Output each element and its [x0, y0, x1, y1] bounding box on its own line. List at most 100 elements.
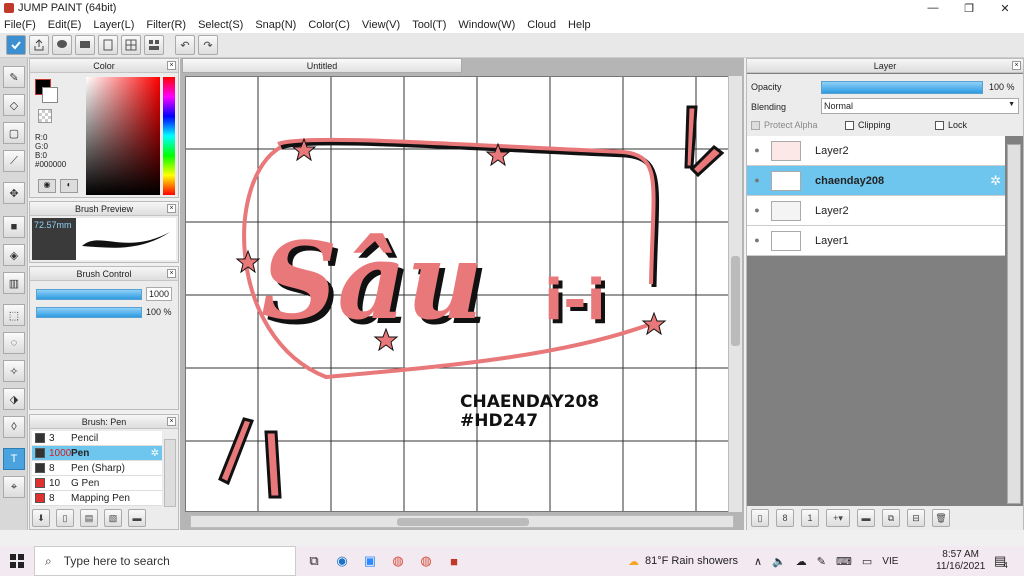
layer-item[interactable]: ● Layer1: [747, 226, 1005, 256]
color-saturation-picker[interactable]: [86, 77, 160, 195]
visibility-icon[interactable]: ●: [751, 205, 763, 217]
gear-icon[interactable]: ✲: [151, 448, 159, 459]
zoom-icon[interactable]: ▣: [356, 546, 384, 576]
keyboard-icon[interactable]: ⌨: [836, 555, 852, 568]
comment-icon[interactable]: [52, 35, 72, 55]
brush-folder-icon[interactable]: ▬: [128, 509, 146, 527]
gear-icon[interactable]: ✲: [990, 173, 1001, 189]
drawing-canvas[interactable]: Sâu Sâu i-i i-i CHAENDAY208 #HD247: [185, 76, 729, 512]
panel-close-icon[interactable]: ×: [167, 61, 176, 70]
menu-layer[interactable]: Layer(L): [93, 19, 134, 31]
lasso-icon[interactable]: ◌: [3, 332, 25, 354]
edge-icon[interactable]: ◉: [328, 546, 356, 576]
menu-cloud[interactable]: Cloud: [527, 19, 556, 31]
restore-button[interactable]: ❐: [952, 0, 986, 16]
weather-text[interactable]: 81°F Rain showers: [645, 555, 738, 567]
layer-item[interactable]: ● Layer2: [747, 196, 1005, 226]
taskbar-search[interactable]: ⌕ Type here to search: [34, 546, 296, 576]
notifications-icon[interactable]: ▤ 4: [994, 546, 1008, 576]
grid-icon[interactable]: [121, 35, 141, 55]
new-1bit-layer-icon[interactable]: 1: [801, 509, 819, 527]
menu-color[interactable]: Color(C): [308, 19, 350, 31]
palette-edit-icon[interactable]: ◐: [60, 179, 78, 193]
select-eraser-icon[interactable]: ◊: [3, 416, 25, 438]
layout-icon[interactable]: [144, 35, 164, 55]
menu-edit[interactable]: Edit(E): [48, 19, 82, 31]
menu-filter[interactable]: Filter(R): [146, 19, 186, 31]
brush-tool-icon[interactable]: ✎: [3, 66, 25, 88]
brush-menu-icon[interactable]: ▤: [80, 509, 98, 527]
layer-opacity-slider[interactable]: [821, 81, 983, 94]
message-icon[interactable]: [75, 35, 95, 55]
vertical-scroll-thumb[interactable]: [731, 256, 740, 346]
hue-slider[interactable]: [163, 77, 175, 195]
visibility-icon[interactable]: ●: [751, 145, 763, 157]
brush-list-scrollbar[interactable]: [164, 439, 176, 507]
brush-opacity-slider[interactable]: [36, 307, 142, 318]
onedrive-icon[interactable]: ☁: [796, 555, 807, 568]
shape-tool-icon[interactable]: ■: [3, 216, 25, 238]
add-layer-menu-icon[interactable]: +▾: [826, 509, 850, 527]
menu-help[interactable]: Help: [568, 19, 591, 31]
brush-item-g-pen[interactable]: 10 G Pen: [32, 476, 162, 491]
display-icon[interactable]: ▭: [862, 555, 872, 568]
language-indicator[interactable]: VIE: [882, 556, 898, 567]
volume-icon[interactable]: 🔈: [772, 555, 786, 568]
protect-alpha-checkbox[interactable]: Protect Alpha: [751, 120, 818, 130]
selection-icon[interactable]: ⬚: [3, 304, 25, 326]
select-pen-icon[interactable]: ⬗: [3, 388, 25, 410]
new-layer-icon[interactable]: ▯: [751, 509, 769, 527]
brush-download-icon[interactable]: ⬇: [32, 509, 50, 527]
panel-close-icon[interactable]: ×: [167, 204, 176, 213]
menu-file[interactable]: File(F): [4, 19, 36, 31]
windows-start-icon[interactable]: [0, 546, 34, 576]
fill-bucket-icon[interactable]: ◈: [3, 244, 25, 266]
brush-item-pen[interactable]: 1000 Pen ✲: [32, 446, 162, 461]
brush-item-pen-sharp[interactable]: 8 Pen (Sharp): [32, 461, 162, 476]
move-tool-icon[interactable]: ✥: [3, 182, 25, 204]
menu-tool[interactable]: Tool(T): [412, 19, 446, 31]
new-brush-icon[interactable]: ▯: [56, 509, 74, 527]
visibility-icon[interactable]: ●: [751, 175, 763, 187]
cloud-sync-icon[interactable]: [6, 35, 26, 55]
layer-item[interactable]: ● chaenday208 ✲: [747, 166, 1005, 196]
secondary-color-swatch[interactable]: [42, 87, 58, 103]
chrome-profile-icon[interactable]: ◍: [412, 546, 440, 576]
panel-close-icon[interactable]: ×: [1012, 61, 1021, 70]
transparent-color-swatch[interactable]: [38, 109, 52, 123]
undo-icon[interactable]: ↶: [175, 35, 195, 55]
layer-item[interactable]: ● Layer2: [747, 136, 1005, 166]
horizontal-scroll-thumb[interactable]: [397, 518, 529, 526]
document-icon[interactable]: [98, 35, 118, 55]
clipping-checkbox[interactable]: Clipping: [845, 120, 891, 130]
task-view-icon[interactable]: ⧉: [300, 546, 328, 576]
panel-close-icon[interactable]: ×: [167, 269, 176, 278]
text-tool-icon[interactable]: T: [3, 448, 25, 470]
pen-icon[interactable]: ✎: [817, 555, 826, 568]
gradient-tool-icon[interactable]: ▥: [3, 272, 25, 294]
blending-dropdown[interactable]: Normal ▼: [821, 98, 1019, 114]
horizontal-scrollbar[interactable]: [190, 515, 734, 528]
lock-checkbox[interactable]: Lock: [935, 120, 967, 130]
menu-snap[interactable]: Snap(N): [255, 19, 296, 31]
vertical-scrollbar[interactable]: [728, 76, 742, 512]
brush-size-slider[interactable]: [36, 289, 142, 300]
canvas-tab[interactable]: Untitled: [182, 58, 462, 73]
merge-layer-icon[interactable]: ⊟: [907, 509, 925, 527]
magic-wand-icon[interactable]: ✧: [3, 360, 25, 382]
new-8bit-layer-icon[interactable]: 8: [776, 509, 794, 527]
menu-window[interactable]: Window(W): [458, 19, 515, 31]
brush-size-field[interactable]: 1000: [146, 287, 172, 301]
jump-paint-taskbar-icon[interactable]: ■: [440, 546, 468, 576]
menu-select[interactable]: Select(S): [198, 19, 243, 31]
redo-icon[interactable]: ↷: [198, 35, 218, 55]
brush-item-mapping-pen[interactable]: 8 Mapping Pen: [32, 491, 162, 506]
folder-icon[interactable]: ▬: [857, 509, 875, 527]
minimize-button[interactable]: —: [916, 0, 950, 16]
line-tool-icon[interactable]: ⟋: [3, 150, 25, 172]
visibility-icon[interactable]: ●: [751, 235, 763, 247]
duplicate-layer-icon[interactable]: ⧉: [882, 509, 900, 527]
clock[interactable]: 8:57 AM 11/16/2021: [936, 546, 985, 576]
brush-settings-icon[interactable]: ▧: [104, 509, 122, 527]
delete-layer-icon[interactable]: 🗑: [932, 509, 950, 527]
